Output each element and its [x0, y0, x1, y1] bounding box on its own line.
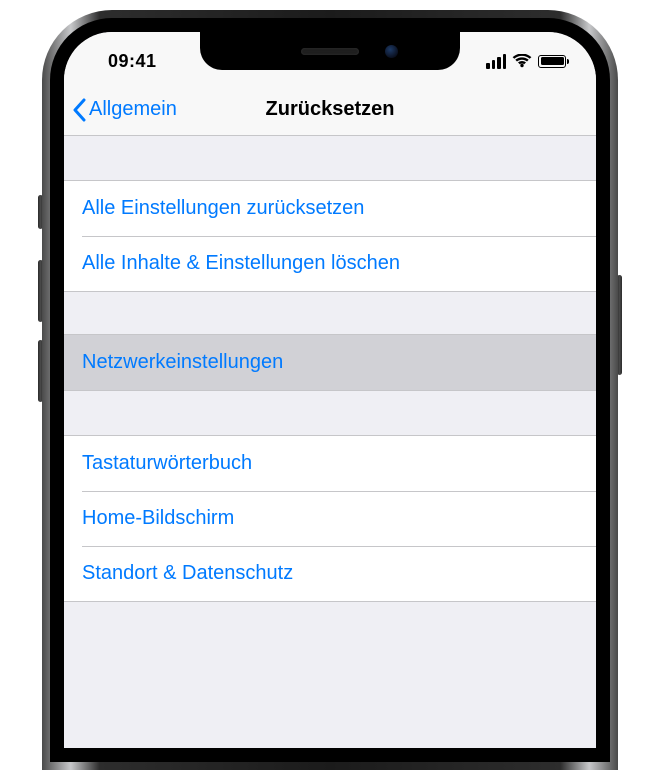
- navbar: Allgemein Zurücksetzen: [64, 84, 596, 136]
- speaker-grille: [301, 48, 359, 55]
- list-item-label: Netzwerkeinstellungen: [82, 351, 283, 373]
- status-time: 09:41: [92, 45, 157, 72]
- device-frame: 09:41: [42, 10, 618, 770]
- list-item-label: Standort & Datenschutz: [82, 562, 293, 584]
- content: Alle Einstellungen zurücksetzen Alle Inh…: [64, 136, 596, 602]
- list-item-label: Home-Bildschirm: [82, 507, 234, 529]
- reset-network-settings-row[interactable]: Netzwerkeinstellungen: [64, 335, 596, 390]
- back-label: Allgemein: [89, 98, 177, 121]
- chevron-left-icon: [72, 98, 86, 122]
- status-icons: [486, 48, 568, 69]
- reset-keyboard-dictionary-row[interactable]: Tastaturwörterbuch: [64, 436, 596, 491]
- cellular-icon: [486, 54, 506, 69]
- erase-all-content-row[interactable]: Alle Inhalte & Einstellungen löschen: [64, 236, 596, 291]
- list-group-1: Alle Einstellungen zurücksetzen Alle Inh…: [64, 180, 596, 292]
- list-group-3: Tastaturwörterbuch Home-Bildschirm Stand…: [64, 435, 596, 602]
- list-item-label: Alle Einstellungen zurücksetzen: [82, 197, 364, 219]
- screen: 09:41: [64, 32, 596, 748]
- reset-home-screen-row[interactable]: Home-Bildschirm: [64, 491, 596, 546]
- wifi-icon: [512, 54, 532, 68]
- reset-all-settings-row[interactable]: Alle Einstellungen zurücksetzen: [64, 181, 596, 236]
- front-camera: [385, 45, 398, 58]
- list-group-2: Netzwerkeinstellungen: [64, 334, 596, 391]
- battery-icon: [538, 55, 566, 68]
- back-button[interactable]: Allgemein: [72, 98, 177, 122]
- list-item-label: Alle Inhalte & Einstellungen löschen: [82, 252, 400, 274]
- reset-location-privacy-row[interactable]: Standort & Datenschutz: [64, 546, 596, 601]
- notch: [200, 32, 460, 70]
- list-item-label: Tastaturwörterbuch: [82, 452, 252, 474]
